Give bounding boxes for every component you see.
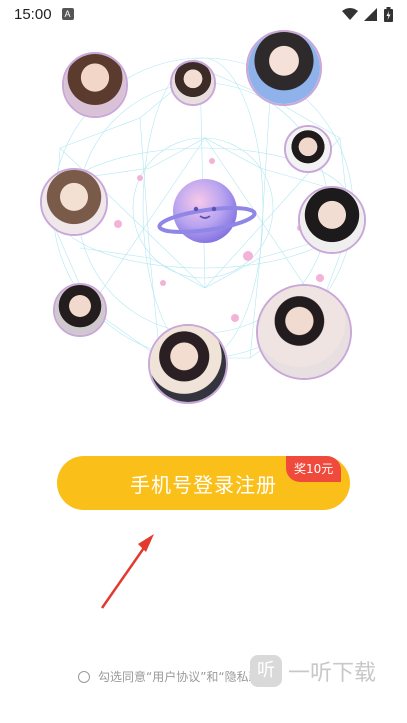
avatar-3 bbox=[246, 30, 322, 106]
planet-icon bbox=[157, 179, 257, 243]
avatar-4 bbox=[284, 125, 332, 173]
agreement-radio[interactable] bbox=[78, 670, 90, 683]
avatar-7 bbox=[53, 283, 107, 337]
watermark-logo: 听 bbox=[250, 655, 282, 687]
avatar-9 bbox=[148, 324, 228, 404]
avatar-6 bbox=[298, 186, 366, 254]
watermark: 听 一听下载 bbox=[250, 655, 376, 687]
notification-icon: A bbox=[61, 8, 74, 20]
wifi-icon bbox=[342, 7, 358, 20]
agreement-row[interactable]: 勾选同意“用户协议”和“隐私政策” bbox=[78, 668, 279, 685]
status-bar: 15:00 A bbox=[0, 0, 407, 28]
watermark-text: 一听下载 bbox=[288, 661, 377, 686]
avatar-8 bbox=[256, 284, 352, 380]
battery-icon bbox=[384, 6, 393, 22]
avatar-5 bbox=[40, 168, 108, 236]
reward-badge: 奖10元 bbox=[286, 456, 342, 482]
guide-arrow-icon bbox=[100, 534, 154, 609]
avatar-1 bbox=[62, 52, 128, 118]
signal-icon bbox=[364, 7, 377, 21]
status-left: 15:00 A bbox=[14, 6, 74, 23]
login-button-label: 手机号登录注册 bbox=[130, 472, 277, 497]
avatar-2 bbox=[170, 60, 216, 106]
hero-illustration bbox=[0, 28, 407, 428]
clock: 15:00 bbox=[14, 5, 52, 23]
status-right bbox=[342, 6, 393, 22]
